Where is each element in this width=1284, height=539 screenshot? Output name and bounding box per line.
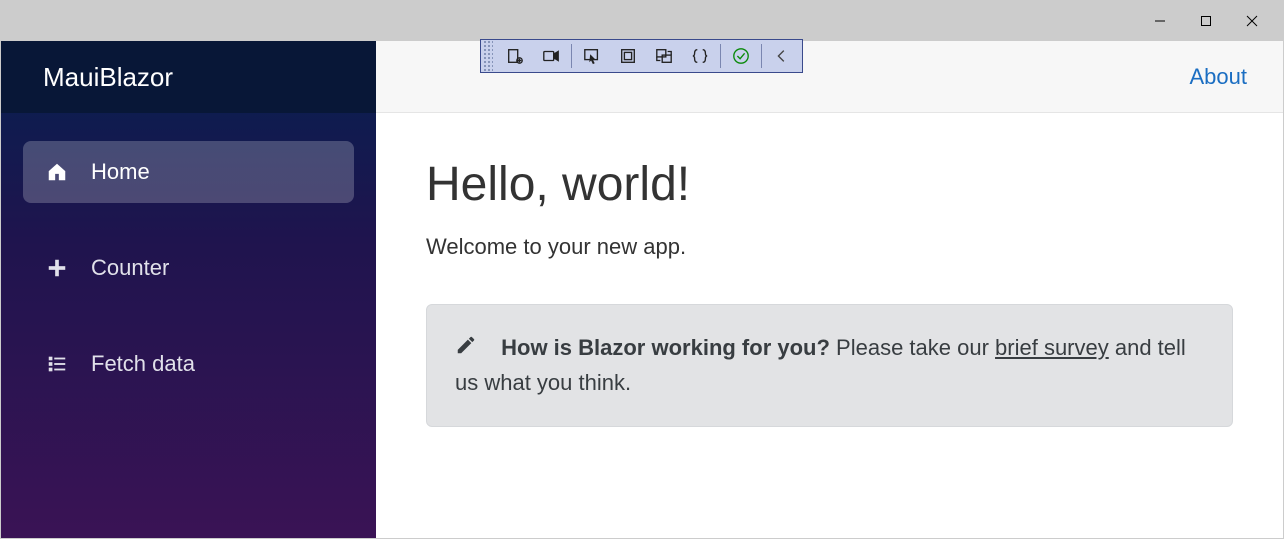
main-area: About Hello, world! Welcome to your new … [376, 41, 1283, 538]
home-icon [45, 160, 69, 184]
chevron-left-icon[interactable] [764, 42, 800, 70]
pencil-icon [455, 332, 477, 366]
survey-prefix: Please take our [830, 335, 995, 360]
video-icon[interactable] [533, 42, 569, 70]
survey-link[interactable]: brief survey [995, 335, 1109, 360]
list-icon [45, 352, 69, 376]
page-title: Hello, world! [426, 157, 1233, 212]
sidebar-item-label: Counter [91, 255, 169, 281]
square-icon[interactable] [610, 42, 646, 70]
sidebar-item-label: Fetch data [91, 351, 195, 377]
pointer-icon[interactable] [574, 42, 610, 70]
toolbar-separator [761, 44, 762, 68]
sidebar: MauiBlazor Home Counter [1, 41, 376, 538]
sidebar-item-home[interactable]: Home [23, 141, 354, 203]
window-close-button[interactable] [1229, 5, 1275, 37]
toolbar-separator [720, 44, 721, 68]
nav-list: Home Counter Fetch data [1, 113, 376, 395]
layout-icon[interactable] [497, 42, 533, 70]
window-maximize-button[interactable] [1183, 5, 1229, 37]
survey-title: How is Blazor working for you? [501, 335, 830, 360]
about-link[interactable]: About [1190, 64, 1248, 90]
window-titlebar [1, 1, 1283, 41]
brand-title: MauiBlazor [1, 41, 376, 113]
sidebar-item-fetchdata[interactable]: Fetch data [23, 333, 354, 395]
window-minimize-button[interactable] [1137, 5, 1183, 37]
check-circle-icon[interactable] [723, 42, 759, 70]
toolbar-separator [571, 44, 572, 68]
app-frame: MauiBlazor Home Counter [1, 41, 1283, 538]
page-content: Hello, world! Welcome to your new app. H… [376, 113, 1283, 471]
sidebar-item-counter[interactable]: Counter [23, 237, 354, 299]
debug-toolbar[interactable] [480, 39, 803, 73]
swap-icon[interactable] [646, 42, 682, 70]
lead-text: Welcome to your new app. [426, 234, 1233, 260]
brand-label: MauiBlazor [43, 62, 173, 93]
plus-icon [45, 256, 69, 280]
braces-icon[interactable] [682, 42, 718, 70]
grip-icon[interactable] [483, 40, 493, 72]
sidebar-item-label: Home [91, 159, 150, 185]
survey-alert: How is Blazor working for you? Please ta… [426, 304, 1233, 427]
